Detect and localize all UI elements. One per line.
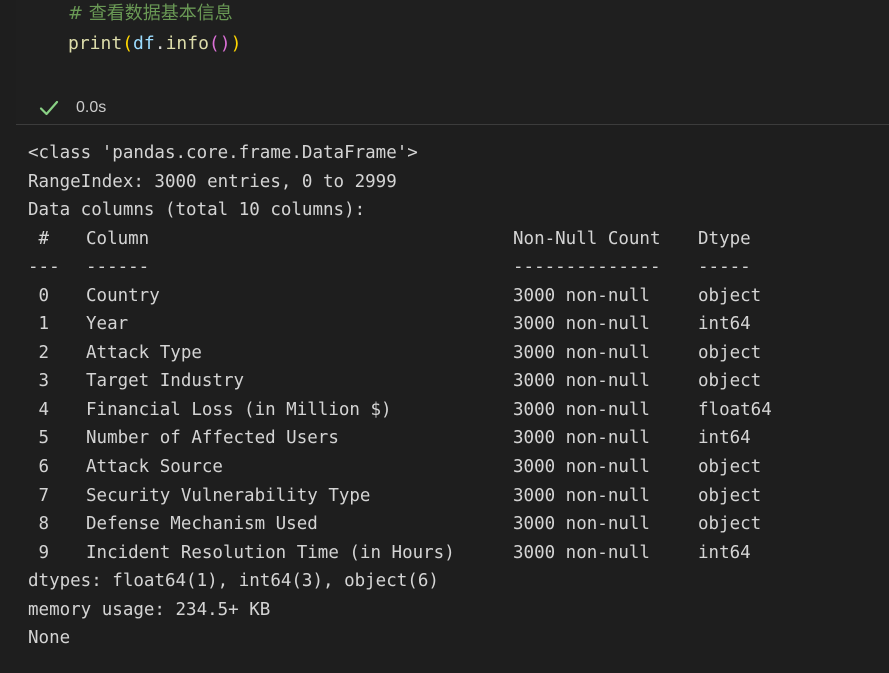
table-header: # Column Non-Null Count Dtype	[28, 225, 772, 254]
table-row: 4 Financial Loss (in Million $) 3000 non-n…	[28, 396, 772, 425]
column-name: Attack Type	[86, 342, 202, 363]
column-non-null-count: 3000 non-null	[513, 428, 650, 449]
column-index: 9	[28, 542, 50, 563]
column-non-null-count: 3000 non-null	[513, 285, 650, 306]
column-non-null-count: 3000 non-null	[513, 342, 650, 363]
table-rule: --- ------ -------------- -----	[28, 253, 772, 282]
column-name: Security Vulnerability Type	[86, 485, 371, 506]
column-dtype: object	[698, 485, 762, 506]
column-name: Incident Resolution Time (in Hours)	[86, 542, 455, 563]
execution-status: 0.0s	[38, 96, 106, 120]
cell-output: <class 'pandas.core.frame.DataFrame'> Ran…	[28, 139, 772, 653]
table-row: 6 Attack Source 3000 non-null object	[28, 453, 772, 482]
column-dtype: object	[698, 457, 762, 478]
column-non-null-count: 3000 non-null	[513, 485, 650, 506]
column-non-null-count: 3000 non-null	[513, 371, 650, 392]
column-index: #	[28, 228, 50, 249]
column-non-null-count: 3000 non-null	[513, 542, 650, 563]
column-dtype: float64	[698, 399, 772, 420]
column-index: 3	[28, 371, 50, 392]
print-function-token: print	[68, 33, 123, 54]
table-row: 7 Security Vulnerability Type 3000 non-nul…	[28, 482, 772, 511]
output-header-line: RangeIndex: 3000 entries, 0 to 2999	[28, 171, 397, 192]
column-dtype: Dtype	[698, 228, 751, 249]
column-index: 5	[28, 428, 50, 449]
open-paren-token: (	[122, 33, 134, 54]
check-icon	[39, 100, 59, 116]
table-row: 8 Defense Mechanism Used 3000 non-null obje…	[28, 510, 772, 539]
column-dtype: object	[698, 342, 762, 363]
column-index: 7	[28, 485, 50, 506]
column-non-null-count: Non-Null Count	[513, 228, 661, 249]
column-dtype: int64	[698, 542, 751, 563]
cell-divider	[16, 124, 889, 125]
info-method-token: info	[165, 33, 209, 54]
table-row: 0 Country 3000 non-null object	[28, 282, 772, 311]
column-index: 6	[28, 457, 50, 478]
df-variable-token: df	[133, 33, 155, 54]
output-footer-line: memory usage: 234.5+ KB	[28, 599, 271, 620]
column-non-null-count: 3000 non-null	[513, 399, 650, 420]
output-header-line: Data columns (total 10 columns):	[28, 200, 366, 221]
inner-open-paren-token: (	[208, 33, 220, 54]
column-dtype: object	[698, 285, 762, 306]
column-name: Column	[86, 228, 150, 249]
output-header-line: <class 'pandas.core.frame.DataFrame'>	[28, 143, 418, 163]
close-paren-token: )	[230, 33, 242, 54]
column-dtype: object	[698, 514, 762, 535]
dot-token: .	[154, 33, 166, 54]
table-row: 3 Target Industry 3000 non-null object	[28, 367, 772, 396]
column-non-null-count: 3000 non-null	[513, 457, 650, 478]
column-index: 8	[28, 514, 50, 535]
column-index: ---	[28, 257, 60, 278]
column-dtype: int64	[698, 314, 751, 335]
output-footer-line: None	[28, 628, 71, 649]
code-line-print[interactable]: print(df.info())	[68, 32, 241, 56]
column-name: Financial Loss (in Million $)	[86, 399, 392, 420]
column-name: Defense Mechanism Used	[86, 514, 318, 535]
table-row: 5 Number of Affected Users 3000 non-null in…	[28, 424, 772, 453]
column-dtype: object	[698, 371, 762, 392]
column-index: 1	[28, 314, 50, 335]
column-dtype: -----	[698, 257, 751, 278]
column-non-null-count: 3000 non-null	[513, 314, 650, 335]
code-comment: # 查看数据基本信息	[68, 3, 233, 24]
inner-close-paren-token: )	[219, 33, 231, 54]
column-name: Number of Affected Users	[86, 428, 339, 449]
execution-time: 0.0s	[76, 99, 107, 116]
column-name: ------	[86, 257, 150, 278]
column-name: Country	[86, 285, 160, 306]
column-dtype: int64	[698, 428, 751, 449]
column-non-null-count: --------------	[513, 257, 661, 278]
column-index: 4	[28, 399, 50, 420]
column-non-null-count: 3000 non-null	[513, 514, 650, 535]
output-footer-line: dtypes: float64(1), int64(3), object(6)	[28, 571, 439, 592]
column-name: Target Industry	[86, 371, 245, 392]
column-name: Year	[86, 314, 129, 335]
table-row: 1 Year 3000 non-null int64	[28, 310, 772, 339]
column-name: Attack Source	[86, 457, 223, 478]
column-index: 2	[28, 342, 50, 363]
table-row: 9 Incident Resolution Time (in Hours) 3000…	[28, 539, 772, 568]
table-row: 2 Attack Type 3000 non-null object	[28, 339, 772, 368]
column-index: 0	[28, 285, 50, 306]
